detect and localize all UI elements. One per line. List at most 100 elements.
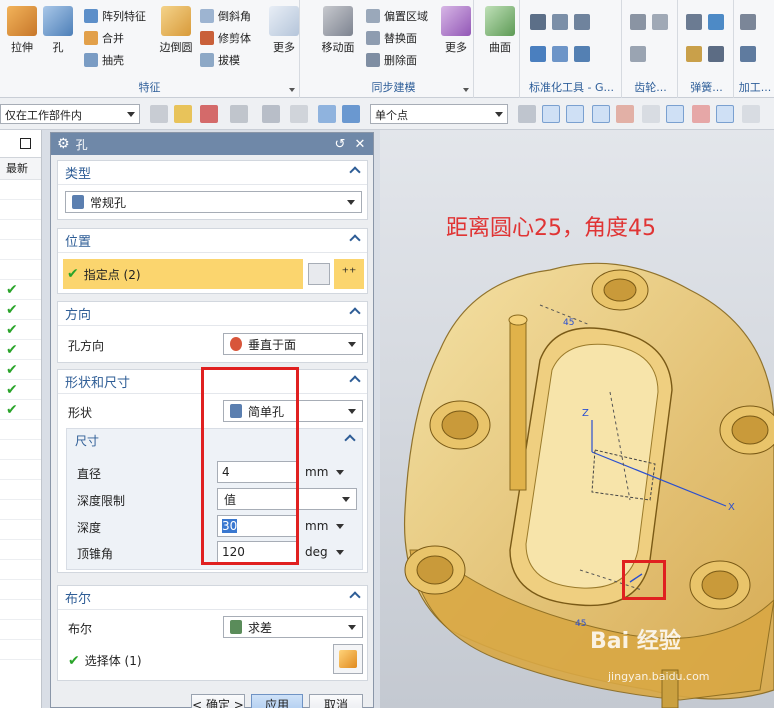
spring-tool-icon[interactable] — [686, 46, 702, 62]
arc-center-snap-icon[interactable] — [666, 105, 684, 123]
navigator-row[interactable] — [0, 540, 41, 560]
surface-button[interactable]: 曲面 — [478, 6, 522, 55]
close-icon[interactable]: ✕ — [353, 137, 367, 152]
navigator-row[interactable] — [0, 180, 41, 200]
hole-button[interactable]: 孔 — [36, 6, 80, 55]
point-on-curve-snap-icon[interactable] — [742, 105, 760, 123]
link-icon[interactable] — [230, 105, 248, 123]
navigator-row[interactable] — [0, 500, 41, 520]
std-tool-icon[interactable] — [574, 46, 590, 62]
collapse-icon[interactable] — [349, 375, 361, 387]
move-face-button[interactable]: 移动面 — [316, 6, 360, 55]
specify-point-row[interactable]: ✔ 指定点 (2) — [63, 259, 303, 289]
navigator-row[interactable] — [0, 600, 41, 620]
std-tool-icon[interactable] — [552, 14, 568, 30]
reset-icon[interactable]: ↺ — [333, 137, 347, 152]
collapse-icon[interactable] — [349, 234, 361, 246]
intersection-snap-icon[interactable] — [642, 105, 660, 123]
edge-blend-button[interactable]: 边倒圆 — [154, 6, 198, 55]
component-filter-icon[interactable] — [200, 105, 218, 123]
navigator-row[interactable]: ✔ — [0, 320, 41, 340]
midpoint-snap-icon[interactable] — [592, 105, 610, 123]
direction-section-header[interactable]: 方向 — [58, 302, 367, 326]
filter-icon[interactable] — [150, 105, 168, 123]
box-select-icon[interactable] — [262, 105, 280, 123]
navigator-row[interactable] — [0, 480, 41, 500]
navigator-row[interactable] — [0, 240, 41, 260]
spring-tool-icon[interactable] — [708, 46, 724, 62]
boolean-section-header[interactable]: 布尔 — [58, 586, 367, 610]
solid-select-icon[interactable] — [342, 105, 360, 123]
apply-button[interactable]: 应用 — [251, 694, 303, 708]
navigator-row[interactable]: ✔ — [0, 360, 41, 380]
navigator-row[interactable] — [0, 420, 41, 440]
pattern-feature-button[interactable]: 阵列特征 — [84, 6, 146, 26]
position-section-header[interactable]: 位置 — [58, 229, 367, 253]
select-body-row[interactable]: ✔ 选择体 (1) — [68, 652, 142, 669]
navigator-row[interactable] — [0, 460, 41, 480]
delete-face-button[interactable]: 删除面 — [366, 50, 417, 70]
cancel-button[interactable]: 取消 — [309, 694, 363, 708]
gear-tool-icon[interactable] — [652, 14, 668, 30]
navigator-row[interactable]: ✔ — [0, 300, 41, 320]
select-all-icon[interactable] — [290, 105, 308, 123]
quadrant-snap-icon[interactable] — [692, 105, 710, 123]
maximize-icon[interactable] — [20, 138, 31, 149]
navigator-row[interactable] — [0, 580, 41, 600]
navigator-row[interactable] — [0, 520, 41, 540]
select-body-icon[interactable] — [333, 644, 363, 674]
std-tool-icon[interactable] — [530, 14, 546, 30]
std-tool-icon[interactable] — [552, 46, 568, 62]
navigator-row[interactable]: ✔ — [0, 400, 41, 420]
navigator-row[interactable] — [0, 640, 41, 660]
hole-type-select[interactable]: 常规孔 — [65, 191, 362, 213]
feature-group-dropdown-icon[interactable] — [289, 88, 295, 92]
selection-scope-combo[interactable]: 仅在工作部件内 — [0, 104, 140, 124]
dialog-titlebar[interactable]: ⚙ 孔 ↺ ✕ — [51, 133, 373, 155]
draft-button[interactable]: 拔模 — [200, 50, 240, 70]
sync-more-button[interactable]: 更多 — [434, 6, 478, 55]
machining-tool-icon[interactable] — [740, 14, 756, 30]
sync-group-dropdown-icon[interactable] — [463, 88, 469, 92]
hole-direction-select[interactable]: 垂直于面 — [223, 333, 363, 355]
collapse-icon[interactable] — [349, 591, 361, 603]
replace-face-button[interactable]: 替换面 — [366, 28, 417, 48]
collapse-icon[interactable] — [349, 307, 361, 319]
navigator-row[interactable]: ✔ — [0, 380, 41, 400]
latest-column-header[interactable]: 最新 — [0, 158, 41, 180]
gear-tool-icon[interactable] — [630, 46, 646, 62]
gear-tool-icon[interactable] — [630, 14, 646, 30]
navigator-row[interactable] — [0, 220, 41, 240]
point-snap-icon[interactable] — [542, 105, 560, 123]
navigator-row[interactable] — [0, 620, 41, 640]
ok-button[interactable]: < 确定 > — [191, 694, 245, 708]
endpoint-snap-icon[interactable] — [566, 105, 584, 123]
diameter-unit-select[interactable]: mm — [305, 465, 345, 479]
collapse-icon[interactable] — [344, 434, 356, 446]
sketch-section-icon[interactable] — [308, 263, 330, 285]
chamfer-button[interactable]: 倒斜角 — [200, 6, 251, 26]
graphics-viewport[interactable]: Z X 45 45 距离圆心25，角度45 Bai 经验 jingyan.bai… — [380, 130, 774, 708]
unite-button[interactable]: 合并 — [84, 28, 124, 48]
navigator-row[interactable]: ✔ — [0, 280, 41, 300]
shell-button[interactable]: 抽壳 — [84, 50, 124, 70]
point-dialog-icon[interactable]: ⁺⁺ — [334, 259, 364, 289]
navigator-row[interactable]: ✔ — [0, 340, 41, 360]
gear-icon[interactable]: ⚙ — [57, 136, 70, 152]
spring-tool-icon[interactable] — [686, 14, 702, 30]
tip-angle-unit-select[interactable]: deg — [305, 545, 344, 559]
type-section-header[interactable]: 类型 — [58, 161, 367, 185]
boolean-select[interactable]: 求差 — [223, 616, 363, 638]
feature-more-button[interactable]: 更多 — [262, 6, 306, 55]
offset-region-button[interactable]: 偏置区域 — [366, 6, 428, 26]
feature-filter-icon[interactable] — [174, 105, 192, 123]
curve-snap-icon[interactable] — [616, 105, 634, 123]
machining-tool-icon[interactable] — [740, 46, 756, 62]
std-tool-icon[interactable] — [530, 46, 546, 62]
collapse-icon[interactable] — [349, 166, 361, 178]
trim-body-button[interactable]: 修剪体 — [200, 28, 251, 48]
depth-unit-select[interactable]: mm — [305, 519, 345, 533]
navigator-row[interactable] — [0, 200, 41, 220]
existing-point-snap-icon[interactable] — [716, 105, 734, 123]
navigator-row[interactable] — [0, 560, 41, 580]
